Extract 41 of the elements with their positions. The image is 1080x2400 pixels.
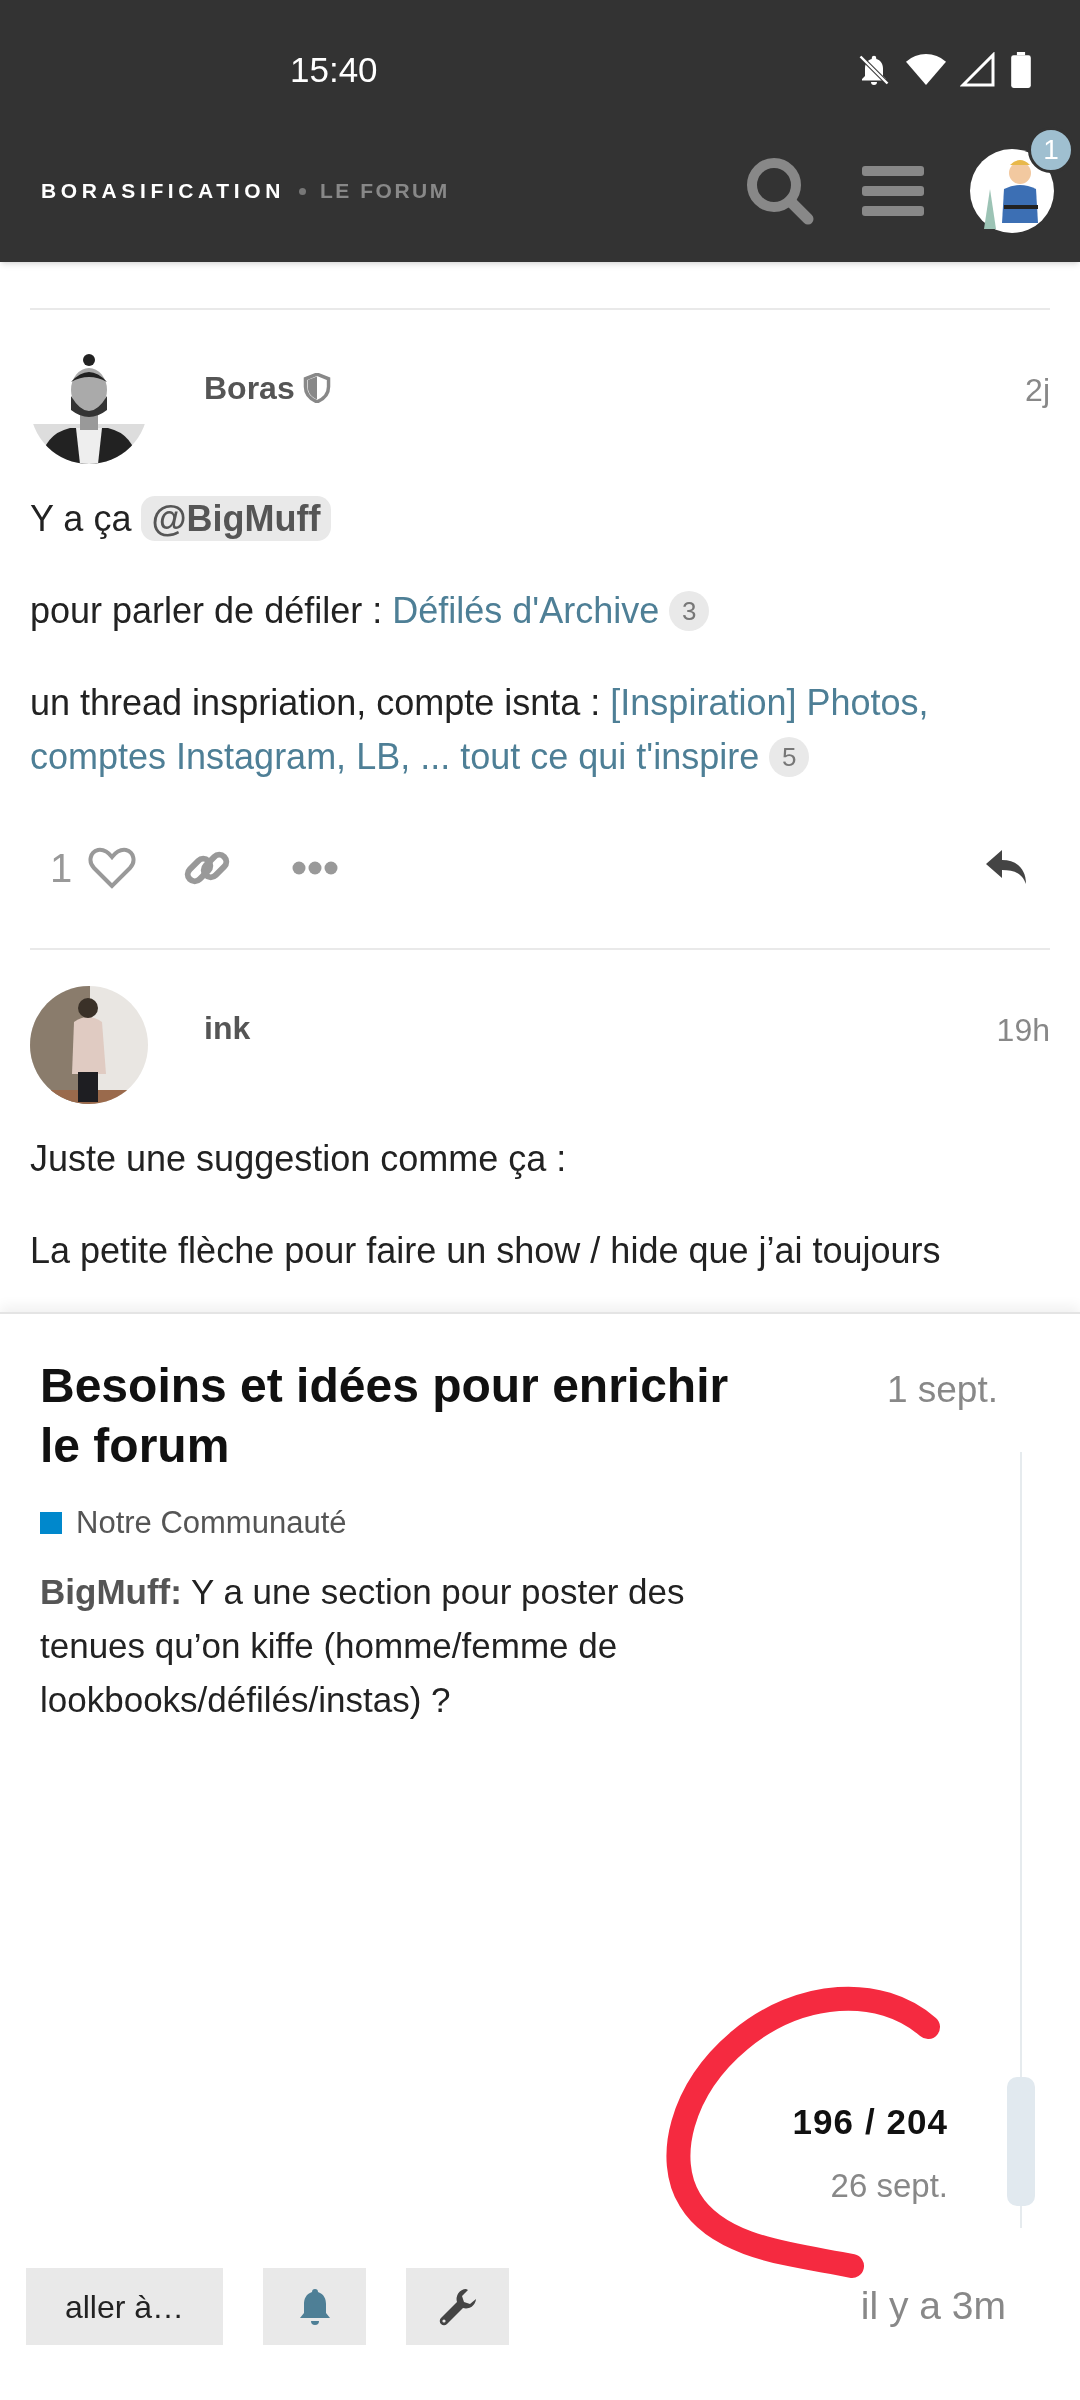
- post-text: Juste une suggestion comme ça :: [30, 1138, 567, 1179]
- heart-icon[interactable]: [88, 847, 137, 889]
- notification-badge: 1: [1028, 127, 1074, 173]
- search-icon[interactable]: [744, 155, 816, 227]
- signal-icon: [960, 52, 996, 88]
- topic-link[interactable]: [Inspiration] Photos,: [610, 682, 929, 723]
- more-icon[interactable]: [292, 861, 339, 875]
- jump-to-button[interactable]: aller à…: [26, 2268, 223, 2345]
- post-text: La petite flèche pour faire un show / hide que j’ai toujours: [30, 1230, 941, 1271]
- position-date: 26 sept.: [830, 2165, 948, 2206]
- post-text: pour parler de défiler :: [30, 590, 383, 631]
- user-mention[interactable]: @BigMuff: [141, 496, 331, 541]
- admin-button[interactable]: [406, 2268, 509, 2345]
- topic-excerpt: BigMuff: Y a une section pour poster des tenues qu’on kiffe (homme/femme de lookbooks/défilés/instas) ?: [40, 1570, 686, 1721]
- like-count: 1: [50, 845, 73, 892]
- battery-icon: [1010, 52, 1032, 88]
- wrench-icon: [437, 2286, 478, 2327]
- author-name[interactable]: ink: [204, 1004, 251, 1052]
- reply-count: 3: [669, 591, 710, 631]
- post-text: un thread inspriation, compte isnta :: [30, 682, 601, 723]
- bell-icon: [297, 2286, 332, 2327]
- category-name[interactable]: Notre Communauté: [76, 1500, 347, 1547]
- post-position: 196 / 204: [792, 2101, 948, 2143]
- menu-icon[interactable]: [862, 164, 924, 218]
- notification-button[interactable]: [263, 2268, 366, 2345]
- site-title[interactable]: BORASIFICATION: [41, 175, 285, 207]
- reply-count: 5: [769, 737, 810, 777]
- timeline-handle[interactable]: [1007, 2077, 1035, 2206]
- bell-off-icon: [856, 52, 892, 88]
- topic-link[interactable]: comptes Instagram, LB, ... tout ce qui t'inspire: [30, 736, 760, 777]
- topic-date: 1 sept.: [886, 1368, 998, 1412]
- topic-link[interactable]: Défilés d'Archive: [392, 590, 660, 631]
- wifi-icon: [906, 53, 946, 87]
- clock: 15:40: [290, 48, 378, 91]
- last-activity: il y a 3m: [860, 2283, 1006, 2330]
- post-text: Y a ça: [30, 498, 132, 539]
- topic-title[interactable]: Besoins et idées pour enrichir le forum: [40, 1356, 760, 1476]
- post-time: 2j: [1025, 371, 1050, 410]
- post-time: 19h: [996, 1011, 1050, 1050]
- author-name[interactable]: Boras: [204, 364, 295, 412]
- site-subtitle[interactable]: LE FORUM: [319, 175, 450, 207]
